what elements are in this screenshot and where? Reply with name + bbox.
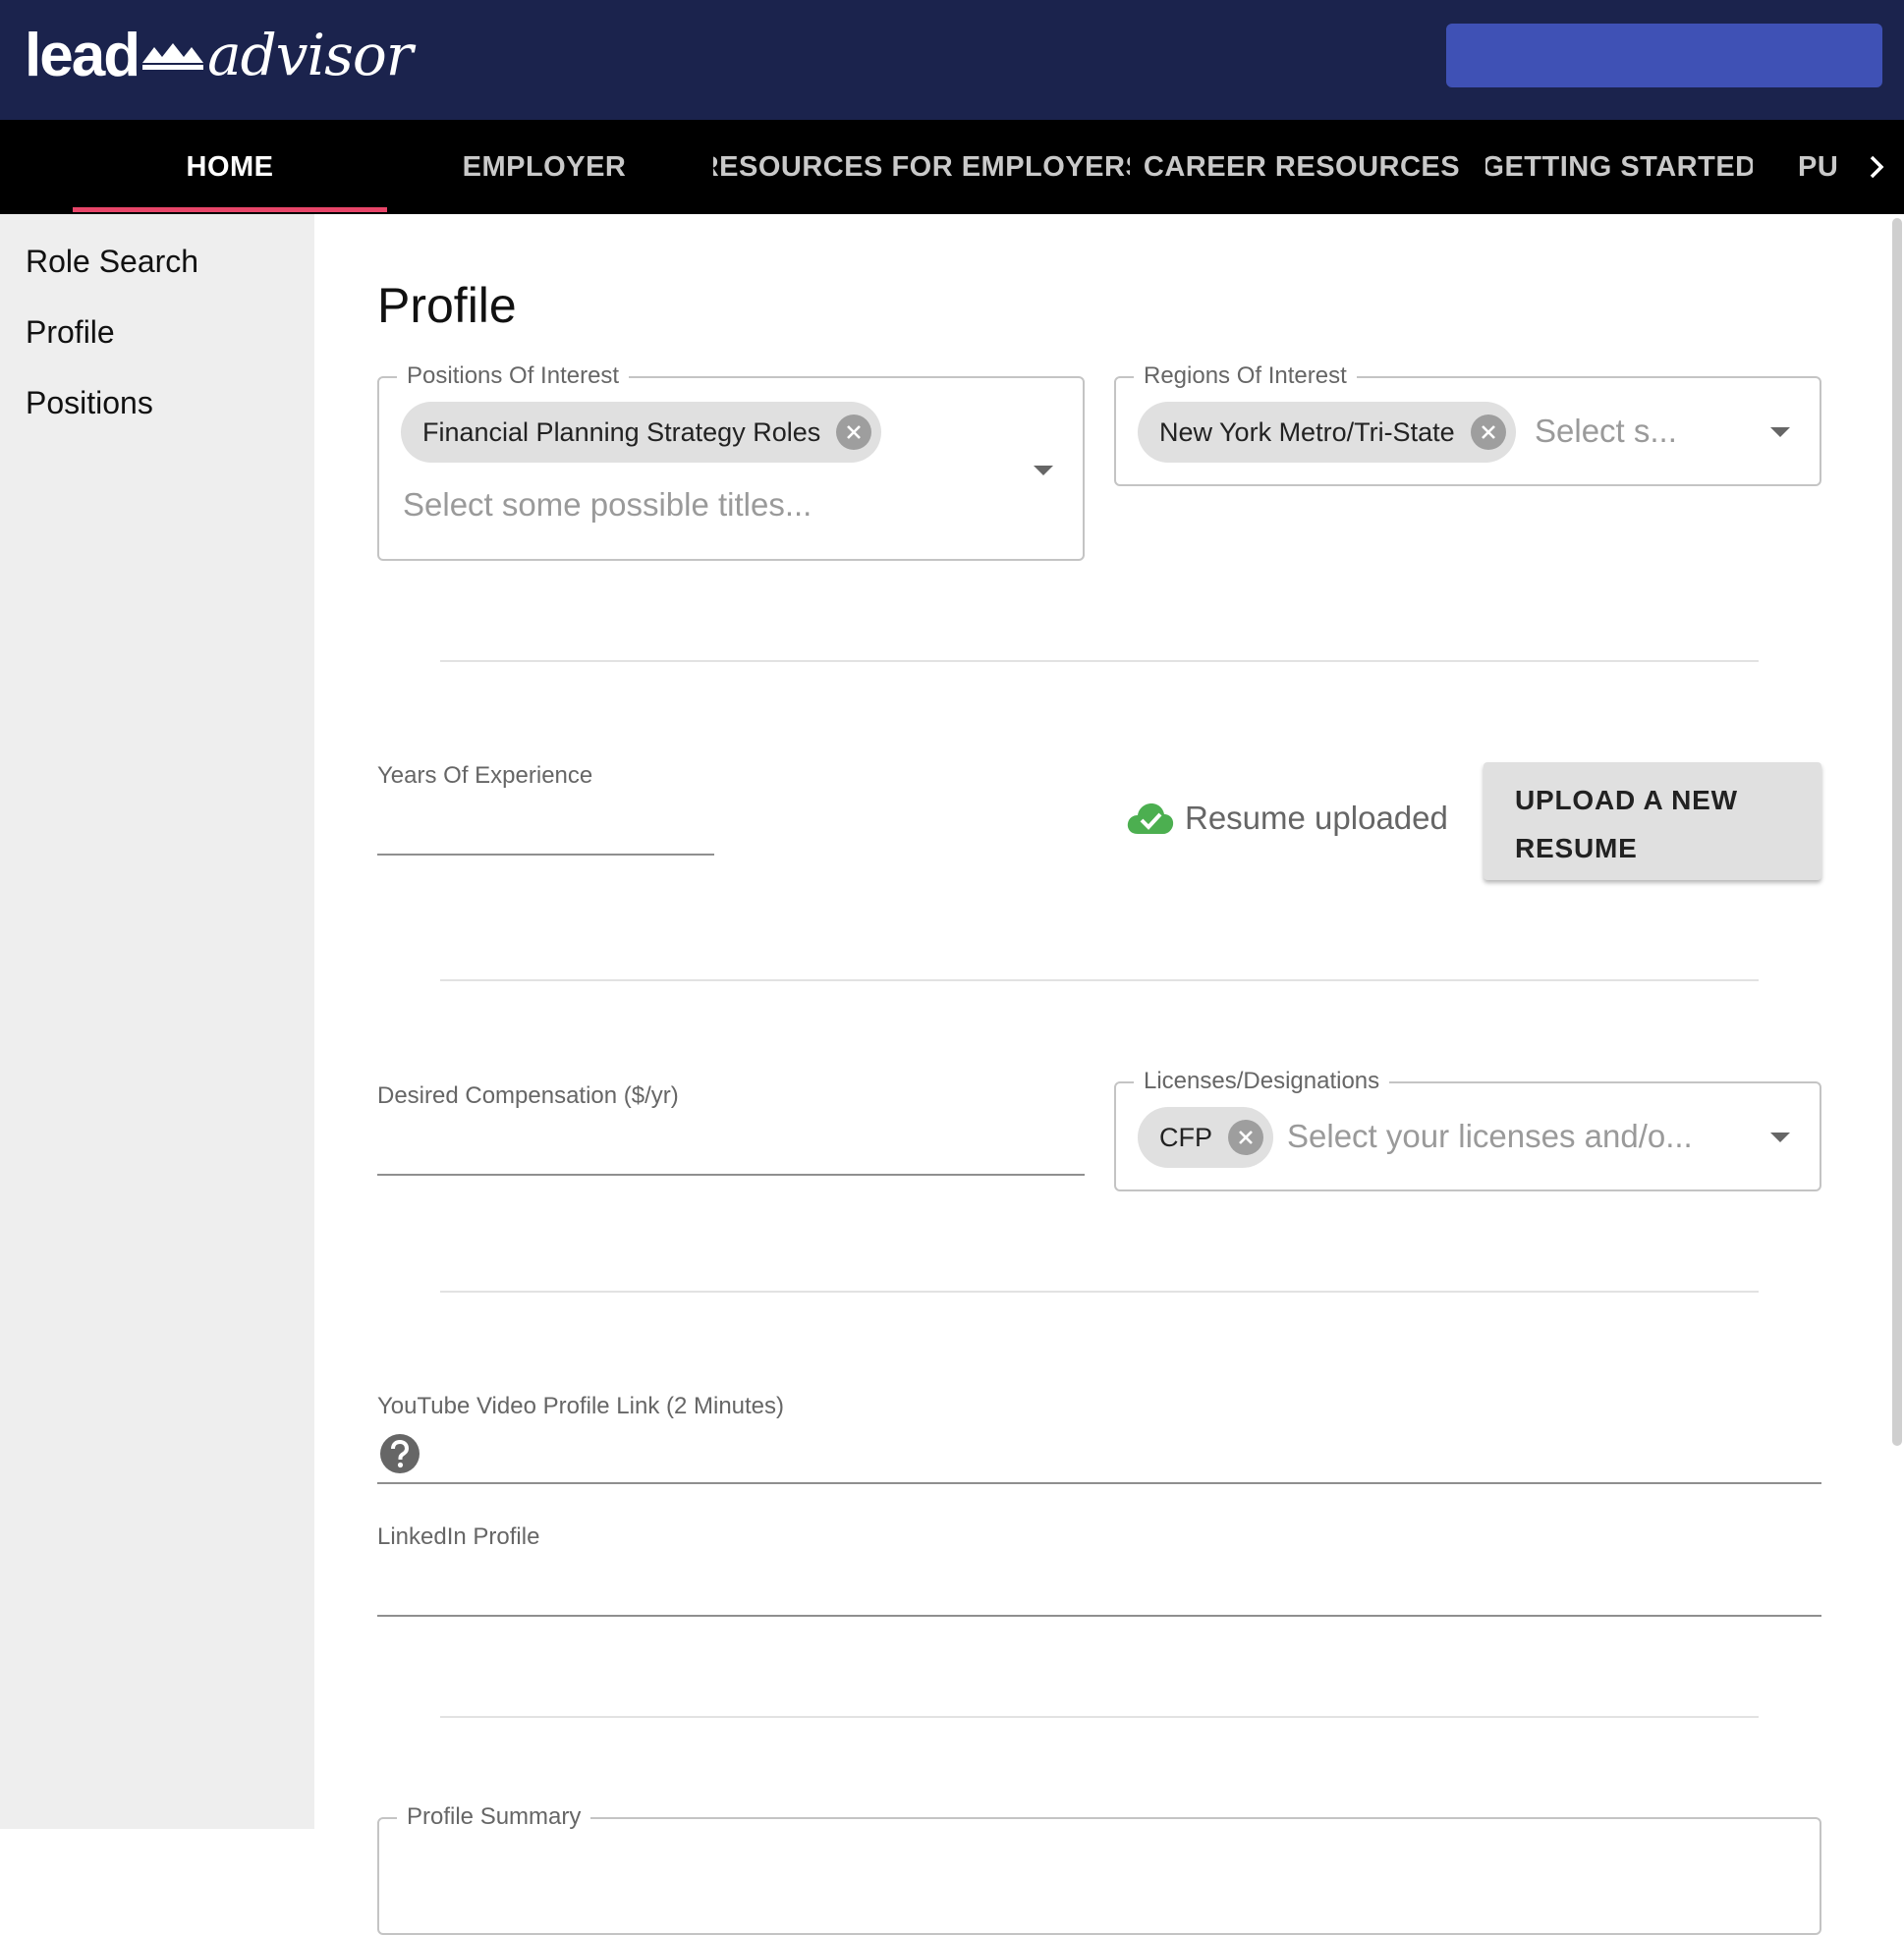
dropdown-arrow-icon[interactable] xyxy=(1770,1133,1790,1142)
main-nav: HOME EMPLOYER RESOURCES FOR EMPLOYERS CA… xyxy=(0,120,1904,214)
licenses-placeholder: Select your licenses and/o... xyxy=(1287,1118,1693,1154)
leadadvisor-logo[interactable]: lead advisor xyxy=(25,16,414,94)
resume-status: Resume uploaded xyxy=(1126,800,1448,837)
crown-icon xyxy=(142,43,204,70)
section-divider xyxy=(440,1716,1759,1718)
section-divider xyxy=(440,660,1759,662)
years-of-experience-input[interactable] xyxy=(377,800,714,856)
linkedin-profile-input[interactable] xyxy=(377,1560,1821,1617)
dropdown-arrow-icon[interactable] xyxy=(1034,466,1053,475)
profile-summary-label: Profile Summary xyxy=(397,1803,591,1831)
close-icon xyxy=(1481,425,1495,439)
sidebar: Role Search Profile Positions xyxy=(0,214,314,1829)
chip-region: New York Metro/Tri-State xyxy=(1138,402,1516,463)
page-title: Profile xyxy=(377,278,517,333)
tab-employer[interactable]: EMPLOYER xyxy=(387,120,701,214)
regions-placeholder: Select s... xyxy=(1535,413,1677,449)
resume-status-text: Resume uploaded xyxy=(1185,800,1448,836)
regions-of-interest-label: Regions Of Interest xyxy=(1134,362,1357,390)
chevron-right-icon xyxy=(1870,155,1884,179)
sidebar-item-profile[interactable]: Profile xyxy=(26,314,115,351)
cloud-check-icon xyxy=(1127,803,1174,834)
upload-button-line2: RESUME xyxy=(1515,833,1638,863)
licenses-designations-select[interactable]: Licenses/Designations CFP Select your li… xyxy=(1114,1068,1821,1191)
youtube-profile-link-label: YouTube Video Profile Link (2 Minutes) xyxy=(377,1393,785,1419)
active-tab-indicator xyxy=(73,207,387,212)
tab-home[interactable]: HOME xyxy=(73,120,387,214)
licenses-designations-label: Licenses/Designations xyxy=(1134,1068,1390,1095)
section-divider xyxy=(440,1291,1759,1293)
logo-lead-text: lead xyxy=(25,21,140,89)
chip-position: Financial Planning Strategy Roles xyxy=(401,402,882,463)
app-header: lead advisor xyxy=(0,0,1904,120)
page-scrollbar[interactable] xyxy=(1892,218,1902,1446)
close-icon xyxy=(847,425,862,439)
desired-compensation-label: Desired Compensation ($/yr) xyxy=(377,1082,679,1109)
nav-scroll-right-button[interactable] xyxy=(1857,120,1896,214)
section-divider xyxy=(440,979,1759,981)
positions-of-interest-label: Positions Of Interest xyxy=(397,362,630,390)
logo-advisor-text: advisor xyxy=(207,22,413,88)
remove-chip-button[interactable] xyxy=(1228,1120,1263,1155)
profile-summary-textarea[interactable]: Profile Summary xyxy=(377,1803,1821,1935)
chip-label: CFP xyxy=(1159,1122,1212,1152)
chip-license: CFP xyxy=(1138,1107,1273,1168)
youtube-profile-link-input[interactable] xyxy=(377,1428,1821,1484)
years-of-experience-label: Years Of Experience xyxy=(377,762,593,789)
upload-button-line1: UPLOAD A NEW xyxy=(1515,785,1738,815)
tab-truncated[interactable]: PU xyxy=(1798,120,1837,214)
positions-of-interest-select[interactable]: Positions Of Interest Financial Planning… xyxy=(377,362,1085,561)
positions-placeholder: Select some possible titles... xyxy=(403,486,812,523)
chip-label: New York Metro/Tri-State xyxy=(1159,416,1455,447)
upload-new-resume-button[interactable]: UPLOAD A NEW RESUME xyxy=(1484,762,1821,880)
header-action-button[interactable] xyxy=(1446,24,1882,87)
sidebar-item-positions[interactable]: Positions xyxy=(26,385,153,421)
linkedin-profile-label: LinkedIn Profile xyxy=(377,1523,540,1550)
sidebar-item-role-search[interactable]: Role Search xyxy=(26,244,198,280)
tab-getting-started[interactable]: GETTING STARTED xyxy=(1485,120,1753,214)
tab-resources-for-employers[interactable]: RESOURCES FOR EMPLOYERS xyxy=(713,120,1130,214)
tab-career-resources[interactable]: CAREER RESOURCES xyxy=(1142,120,1462,214)
remove-chip-button[interactable] xyxy=(836,415,872,450)
desired-compensation-input[interactable] xyxy=(377,1120,1085,1176)
regions-of-interest-select[interactable]: Regions Of Interest New York Metro/Tri-S… xyxy=(1114,362,1821,486)
dropdown-arrow-icon[interactable] xyxy=(1770,427,1790,437)
remove-chip-button[interactable] xyxy=(1470,415,1506,450)
close-icon xyxy=(1239,1131,1253,1144)
chip-label: Financial Planning Strategy Roles xyxy=(422,416,821,447)
